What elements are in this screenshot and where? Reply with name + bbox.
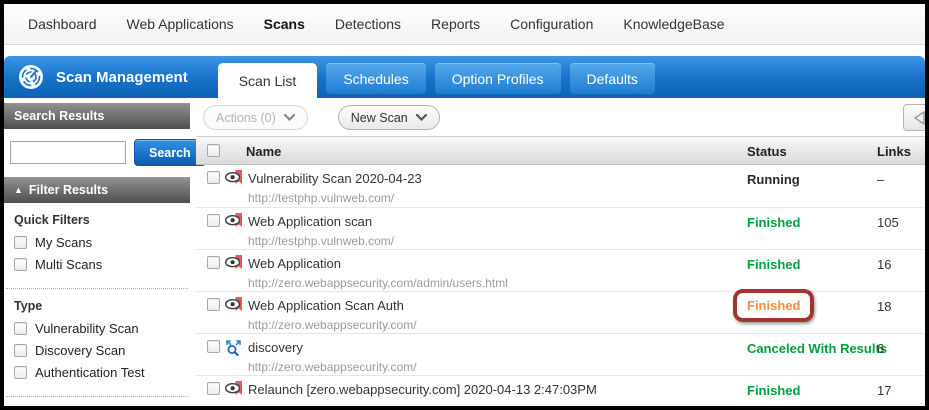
search-input[interactable] xyxy=(10,141,126,164)
new-scan-button[interactable]: New Scan xyxy=(337,105,440,130)
tab-option-profiles[interactable]: Option Profiles xyxy=(434,63,561,94)
nav-item-detections[interactable]: Detections xyxy=(335,16,401,32)
filter-checkbox[interactable] xyxy=(14,236,27,249)
page-title: Scan Management xyxy=(56,68,188,86)
header-tabs: Scan List Schedules Option Profiles Default… xyxy=(217,56,655,98)
filter-results-header[interactable]: ▲ Filter Results xyxy=(4,177,190,203)
scan-name[interactable]: Web Application Scan Auth xyxy=(248,298,404,313)
nav-item-reports[interactable]: Reports xyxy=(431,16,480,32)
scan-name[interactable]: Vulnerability Scan 2020-04-23 xyxy=(248,171,422,186)
nav-item-configuration[interactable]: Configuration xyxy=(510,16,593,32)
scan-status: Finished xyxy=(747,215,801,230)
filter-sections: Quick Filters My Scans Multi Scans Type … xyxy=(4,203,190,406)
content-area: Search Results Search ▲ Filter Results Qu… xyxy=(4,98,925,405)
column-header-status[interactable]: Status xyxy=(747,144,787,159)
actions-button-label: Actions (0) xyxy=(216,110,276,125)
scan-row[interactable]: Web Application Scan Auth http://zero.we… xyxy=(196,289,925,333)
app-window: Dashboard Web Applications Scans Detections… xyxy=(0,0,929,410)
filter-section-title: Quick Filters xyxy=(14,213,90,227)
scan-row[interactable]: Vulnerability Scan 2020-04-23 http://tes… xyxy=(196,165,925,207)
scan-links: 105 xyxy=(877,215,899,230)
scan-status: Finished xyxy=(747,383,801,398)
filter-option-multi-scans[interactable]: Multi Scans xyxy=(14,257,180,272)
table-header: Name Status Links xyxy=(196,136,925,165)
triangle-up-icon: ▲ xyxy=(14,185,23,195)
filter-section-quick-filters: Quick Filters My Scans Multi Scans xyxy=(6,203,188,288)
row-checkbox[interactable] xyxy=(207,340,220,353)
column-header-name[interactable]: Name xyxy=(246,144,281,159)
nav-item-scans[interactable]: Scans xyxy=(264,16,305,32)
chevron-down-icon xyxy=(283,114,295,121)
vulnerability-scan-icon xyxy=(225,381,243,396)
scan-row[interactable]: discovery http://zero.webappsecurity.com… xyxy=(196,333,925,375)
scan-url: http://testphp.vulnweb.com/ xyxy=(248,234,395,248)
vulnerability-scan-icon xyxy=(225,213,243,228)
scan-management-header: Scan Management Scan List Schedules Option… xyxy=(4,56,925,98)
row-checkbox[interactable] xyxy=(207,298,220,311)
filter-section-title: Type xyxy=(14,299,43,313)
scan-list: Vulnerability Scan 2020-04-23 http://tes… xyxy=(196,165,925,406)
scan-url: http://zero.webappsecurity.com/ xyxy=(248,360,417,374)
filter-results-label: Filter Results xyxy=(28,183,109,197)
actions-button[interactable]: Actions (0) xyxy=(203,105,308,130)
row-checkbox[interactable] xyxy=(207,171,220,184)
scan-links: 16 xyxy=(877,257,892,272)
scan-name[interactable]: Web Application scan xyxy=(248,214,372,229)
scan-management-logo-icon xyxy=(18,64,44,90)
scan-list-panel: Actions (0) New Scan Name Status Links V… xyxy=(196,98,925,405)
new-scan-button-label: New Scan xyxy=(350,110,408,125)
scan-url: http://testphp.vulnweb.com/ xyxy=(248,191,395,205)
tab-scan-list[interactable]: Scan List xyxy=(217,63,318,98)
scan-name[interactable]: discovery xyxy=(248,340,303,355)
tab-defaults[interactable]: Defaults xyxy=(569,63,655,94)
scan-row[interactable]: Relaunch [zero.webappsecurity.com] 2020-… xyxy=(196,375,925,406)
search-button[interactable]: Search xyxy=(134,139,206,166)
scan-name[interactable]: Web Application xyxy=(248,256,341,271)
search-results-header: Search Results xyxy=(4,103,190,129)
filter-section-type: Type Vulnerability Scan Discovery Scan A… xyxy=(6,288,188,396)
filter-section-mode: Mode xyxy=(6,396,188,406)
filter-option-discovery-scan[interactable]: Discovery Scan xyxy=(14,343,180,358)
filter-checkbox[interactable] xyxy=(14,258,27,271)
scan-status: Running xyxy=(747,172,800,187)
scan-status: Canceled With Results xyxy=(747,341,888,356)
nav-item-knowledgebase[interactable]: KnowledgeBase xyxy=(623,16,724,32)
pager-prev-button[interactable] xyxy=(903,104,926,131)
scan-links: 18 xyxy=(877,299,892,314)
row-checkbox[interactable] xyxy=(207,382,220,395)
select-all-checkbox[interactable] xyxy=(207,144,220,157)
row-checkbox[interactable] xyxy=(207,214,220,227)
scan-url: http://zero.webappsecurity.com/ xyxy=(248,318,417,332)
scan-status: Finished xyxy=(733,289,815,322)
nav-item-web-applications[interactable]: Web Applications xyxy=(127,16,234,32)
chevron-left-icon xyxy=(912,110,926,126)
filter-option-vulnerability-scan[interactable]: Vulnerability Scan xyxy=(14,321,180,336)
filter-checkbox[interactable] xyxy=(14,322,27,335)
scan-name[interactable]: Relaunch [zero.webappsecurity.com] 2020-… xyxy=(248,382,597,397)
row-checkbox[interactable] xyxy=(207,256,220,269)
chevron-down-icon xyxy=(415,114,427,121)
vulnerability-scan-icon xyxy=(225,297,243,312)
scan-status: Finished xyxy=(747,257,801,272)
filter-checkbox[interactable] xyxy=(14,344,27,357)
scan-url: http://zero.webappsecurity.com/admin/use… xyxy=(248,276,508,290)
filter-option-my-scans[interactable]: My Scans xyxy=(14,235,180,250)
scan-links: 17 xyxy=(877,383,892,398)
vulnerability-scan-icon xyxy=(225,255,243,270)
vulnerability-scan-icon xyxy=(225,170,243,185)
nav-item-dashboard[interactable]: Dashboard xyxy=(28,16,97,32)
discovery-scan-icon xyxy=(225,339,242,356)
scan-row[interactable]: Web Application scan http://testphp.vuln… xyxy=(196,207,925,249)
column-header-links[interactable]: Links xyxy=(877,144,911,159)
toolbar: Actions (0) New Scan xyxy=(196,98,925,136)
top-nav: Dashboard Web Applications Scans Detections… xyxy=(4,4,925,45)
scan-links: 6 xyxy=(877,341,885,356)
scan-links: – xyxy=(877,172,885,187)
filter-option-authentication-test[interactable]: Authentication Test xyxy=(14,365,180,380)
search-row: Search xyxy=(4,129,206,177)
filter-checkbox[interactable] xyxy=(14,366,27,379)
scan-row[interactable]: Web Application http://zero.webappsecuri… xyxy=(196,249,925,291)
tab-schedules[interactable]: Schedules xyxy=(326,63,426,94)
sidebar: Search Results Search ▲ Filter Results Qu… xyxy=(4,98,206,405)
